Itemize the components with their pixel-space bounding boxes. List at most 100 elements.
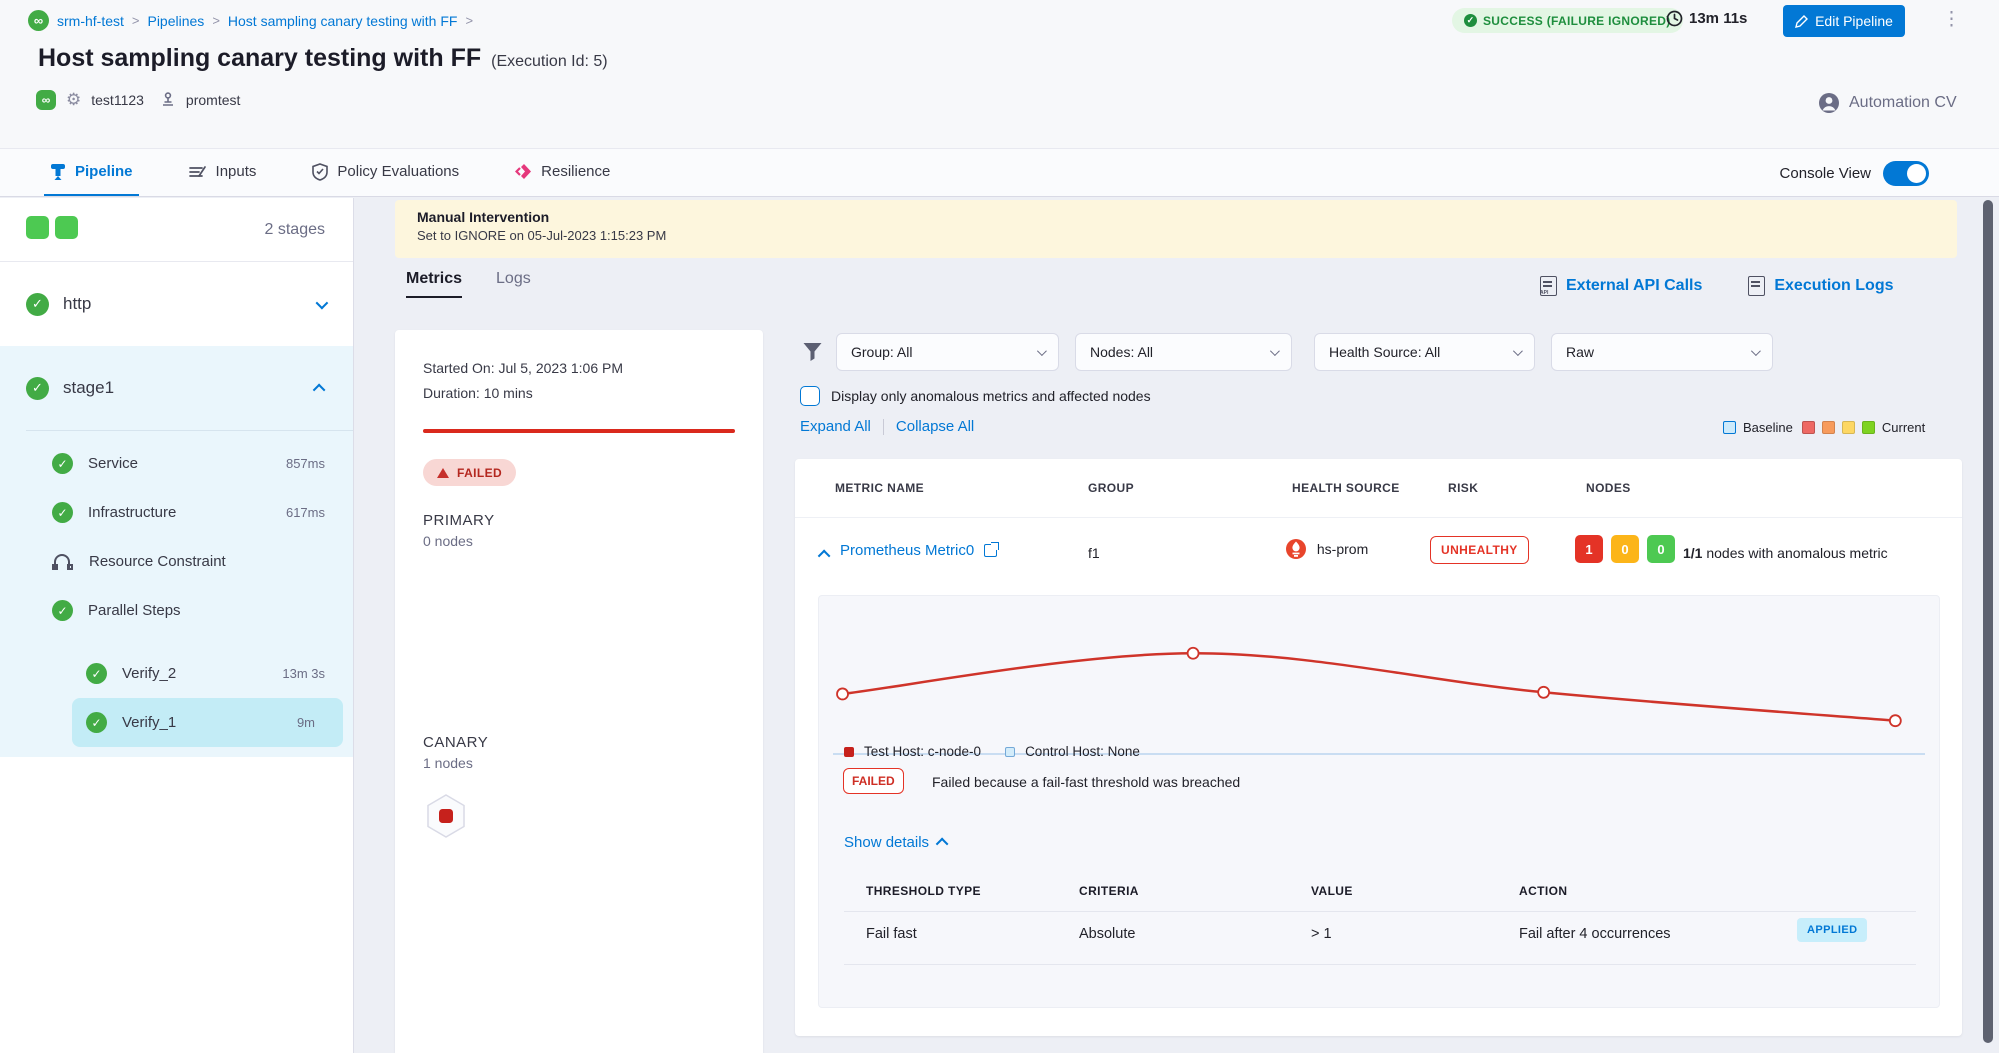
user-avatar-icon xyxy=(1818,92,1840,114)
step-duration: 9m xyxy=(297,715,315,730)
sidebar-step-parallel-steps[interactable]: ✓ Parallel Steps xyxy=(0,586,353,635)
expand-collapse-row: Expand All Collapse All xyxy=(800,418,974,435)
banner-title: Manual Intervention xyxy=(417,209,1935,225)
triggered-by: Automation CV xyxy=(1818,92,1957,114)
log-links: External API Calls Execution Logs xyxy=(1540,276,1893,296)
canary-node-hexagon[interactable] xyxy=(423,793,735,844)
tab-inputs[interactable]: Inputs xyxy=(183,149,263,196)
value-value: > 1 xyxy=(1311,926,1332,942)
toggle-knob xyxy=(1907,164,1926,183)
edit-pipeline-button[interactable]: Edit Pipeline xyxy=(1783,5,1905,37)
page-header: ∞ srm-hf-test > Pipelines > Host samplin… xyxy=(0,0,1999,148)
step-label: Verify_2 xyxy=(122,665,267,682)
sidebar-step-verify2[interactable]: ✓ Verify_2 13m 3s xyxy=(0,649,353,698)
breadcrumb-project[interactable]: srm-hf-test xyxy=(57,13,124,29)
data-point-marker xyxy=(1890,715,1901,726)
metric-group-value: f1 xyxy=(1088,545,1100,561)
success-check-icon: ✓ xyxy=(52,600,73,621)
collapse-all-link[interactable]: Collapse All xyxy=(896,418,974,435)
col-criteria: CRITERIA xyxy=(1079,884,1139,898)
chart-color-legend: Baseline Current xyxy=(1723,420,1925,435)
sidebar-stage-stage1[interactable]: ✓ stage1 xyxy=(0,346,353,430)
execution-logs-link[interactable]: Execution Logs xyxy=(1748,276,1893,296)
breadcrumb: ∞ srm-hf-test > Pipelines > Host samplin… xyxy=(28,10,473,31)
view-mode-dropdown[interactable]: Raw xyxy=(1551,333,1773,371)
stage-http-label: http xyxy=(63,294,302,314)
chevron-down-icon xyxy=(1037,346,1047,356)
metric-name-link[interactable]: Prometheus Metric0 xyxy=(840,542,997,559)
environment-name[interactable]: promtest xyxy=(186,92,240,108)
canary-label: CANARY xyxy=(423,734,735,751)
stages-summary: 2 stages xyxy=(0,198,353,262)
success-check-icon: ✓ xyxy=(1464,14,1477,27)
health-source-filter-value: Health Source: All xyxy=(1329,344,1440,360)
step-label: Service xyxy=(88,455,271,472)
stages-count: 2 stages xyxy=(265,221,325,239)
primary-label: PRIMARY xyxy=(423,512,735,529)
filter-funnel-icon[interactable] xyxy=(802,341,823,362)
metrics-card: METRIC NAME GROUP HEALTH SOURCE RISK NOD… xyxy=(795,459,1962,1036)
triggered-by-name: Automation CV xyxy=(1849,94,1957,112)
more-options-icon[interactable]: ⋮ xyxy=(1942,8,1961,31)
console-view-toggle[interactable] xyxy=(1883,161,1929,186)
success-check-icon: ✓ xyxy=(52,502,73,523)
edit-pipeline-label: Edit Pipeline xyxy=(1815,13,1893,29)
prometheus-icon xyxy=(1285,538,1307,560)
anomalous-nodes-summary: 1/1 nodes with anomalous metric xyxy=(1683,545,1888,561)
applied-badge: APPLIED xyxy=(1797,918,1867,942)
tab-resilience[interactable]: Resilience xyxy=(509,149,616,196)
anomalous-only-checkbox[interactable] xyxy=(800,386,820,406)
health-source-filter-dropdown[interactable]: Health Source: All xyxy=(1314,333,1535,371)
breadcrumb-pipelines[interactable]: Pipelines xyxy=(147,13,204,29)
current-green-swatch xyxy=(1862,421,1875,434)
tab-policy-evaluations-label: Policy Evaluations xyxy=(337,163,459,180)
stage-stage1-label: stage1 xyxy=(63,378,302,398)
failed-badge: FAILED xyxy=(843,768,904,794)
chevron-down-icon xyxy=(1751,346,1761,356)
col-action: ACTION xyxy=(1519,884,1567,898)
show-details-label: Show details xyxy=(844,834,929,851)
verification-progress-bar xyxy=(423,429,735,433)
current-legend-label: Current xyxy=(1882,420,1925,435)
step-label: Infrastructure xyxy=(88,504,271,521)
step-duration: 617ms xyxy=(286,505,325,520)
node-count-green-chip: 0 xyxy=(1647,535,1675,563)
test-host-legend: Test Host: c-node-0 xyxy=(864,744,981,759)
sidebar-step-resource-constraint[interactable]: Resource Constraint xyxy=(0,537,353,586)
collapse-metric-chevron-icon[interactable] xyxy=(818,550,831,563)
threshold-type-value: Fail fast xyxy=(866,926,917,942)
tab-logs[interactable]: Logs xyxy=(496,270,531,298)
success-check-icon: ✓ xyxy=(26,293,49,316)
expand-all-link[interactable]: Expand All xyxy=(800,418,871,435)
sidebar-stage-http[interactable]: ✓ http xyxy=(0,262,353,346)
metric-name-label: Prometheus Metric0 xyxy=(840,542,974,559)
sidebar-step-verify1[interactable]: ✓ Verify_1 9m xyxy=(72,698,343,747)
health-source-value: hs-prom xyxy=(1317,541,1368,557)
tab-pipeline[interactable]: Pipeline xyxy=(44,149,139,196)
external-link-icon xyxy=(984,544,997,557)
gear-icon: ⚙ xyxy=(66,90,81,110)
nodes-filter-dropdown[interactable]: Nodes: All xyxy=(1075,333,1292,371)
tab-metrics[interactable]: Metrics xyxy=(406,270,462,298)
canary-node-count: 1 nodes xyxy=(423,755,735,771)
api-doc-icon xyxy=(1540,276,1557,296)
pencil-icon xyxy=(1795,15,1808,28)
success-check-icon: ✓ xyxy=(26,377,49,400)
breadcrumb-separator: > xyxy=(132,13,140,28)
primary-node-count: 0 nodes xyxy=(423,533,735,549)
group-filter-dropdown[interactable]: Group: All xyxy=(836,333,1059,371)
breadcrumb-pipeline-name[interactable]: Host sampling canary testing with FF xyxy=(228,13,458,29)
service-name[interactable]: test1123 xyxy=(91,92,144,108)
metric-detail-panel: Test Host: c-node-0 Control Host: None F… xyxy=(818,595,1940,1008)
external-api-calls-link[interactable]: External API Calls xyxy=(1540,276,1702,296)
success-check-icon: ✓ xyxy=(86,712,107,733)
col-health-source: HEALTH SOURCE xyxy=(1292,481,1400,495)
sidebar-step-infrastructure[interactable]: ✓ Infrastructure 617ms xyxy=(0,488,353,537)
anomalous-only-label: Display only anomalous metrics and affec… xyxy=(831,388,1151,404)
tab-policy-evaluations[interactable]: Policy Evaluations xyxy=(306,149,465,196)
view-mode-value: Raw xyxy=(1566,344,1594,360)
sidebar-step-service[interactable]: ✓ Service 857ms xyxy=(0,439,353,488)
current-orange-swatch xyxy=(1822,421,1835,434)
vertical-scrollbar[interactable] xyxy=(1983,200,1993,1043)
show-details-link[interactable]: Show details xyxy=(844,834,948,851)
